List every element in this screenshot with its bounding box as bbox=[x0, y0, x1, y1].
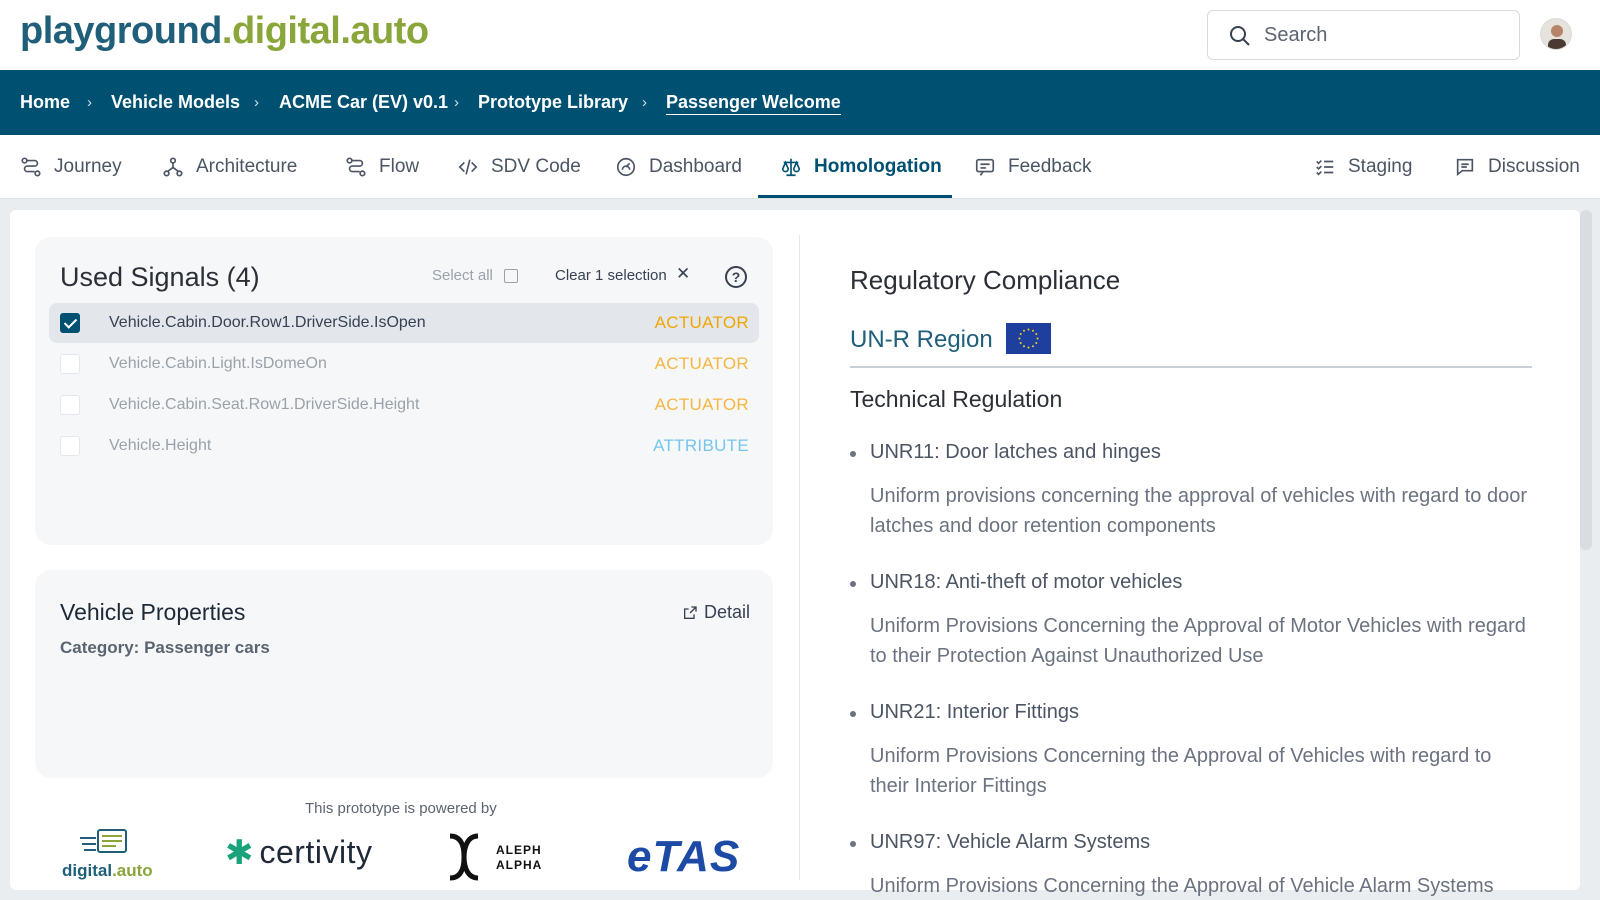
active-tab-indicator bbox=[758, 195, 952, 198]
help-icon[interactable]: ? bbox=[725, 266, 747, 288]
clear-selection-button[interactable]: Clear 1 selection bbox=[555, 267, 667, 284]
tab-homologation[interactable]: Homologation bbox=[780, 135, 942, 199]
regulation-description: Uniform provisions concerning the approv… bbox=[870, 485, 1528, 537]
select-all-label[interactable]: Select all bbox=[432, 267, 493, 284]
eu-flag-icon bbox=[1006, 323, 1051, 354]
detail-link[interactable]: Detail bbox=[682, 602, 750, 623]
signal-row[interactable]: Vehicle.Cabin.Light.IsDomeOn ACTUATOR bbox=[49, 344, 759, 384]
tab-staging[interactable]: Staging bbox=[1314, 135, 1412, 199]
chevron-right-icon: › bbox=[454, 94, 459, 111]
regulation-description: Uniform Provisions Concerning the Approv… bbox=[870, 615, 1526, 667]
bullet-icon bbox=[850, 711, 856, 717]
avatar-icon bbox=[1548, 25, 1566, 49]
tab-discussion[interactable]: Discussion bbox=[1454, 135, 1580, 199]
scrollbar[interactable] bbox=[1580, 210, 1592, 550]
vehicle-properties-title: Vehicle Properties bbox=[60, 599, 246, 625]
tab-feedback[interactable]: Feedback bbox=[974, 135, 1091, 199]
tab-architecture[interactable]: Architecture bbox=[162, 135, 297, 199]
breadcrumb: Home › Vehicle Models › ACME Car (EV) v0… bbox=[0, 70, 1600, 135]
regulation-name: UNR11: Door latches and hinges bbox=[870, 441, 1161, 463]
signal-name: Vehicle.Cabin.Door.Row1.DriverSide.IsOpe… bbox=[109, 314, 426, 331]
staging-icon bbox=[1316, 159, 1334, 176]
close-icon[interactable]: ✕ bbox=[676, 264, 690, 284]
select-all-checkbox[interactable] bbox=[504, 269, 518, 283]
tab-dashboard[interactable]: Dashboard bbox=[615, 135, 742, 199]
signal-checkbox[interactable] bbox=[60, 395, 80, 415]
signal-name: Vehicle.Cabin.Seat.Row1.DriverSide.Heigh… bbox=[109, 396, 420, 413]
external-link-icon bbox=[684, 605, 697, 619]
tab-flow[interactable]: Flow bbox=[345, 135, 419, 199]
bullet-icon bbox=[850, 581, 856, 587]
prototype-tabs: Journey Architecture Flow SDV Code Dashb… bbox=[0, 135, 1600, 199]
regulation-description: Uniform Provisions Concerning the Approv… bbox=[870, 745, 1492, 797]
signal-checkbox[interactable] bbox=[60, 354, 80, 374]
chevron-right-icon: › bbox=[254, 94, 259, 111]
signal-checkbox[interactable] bbox=[60, 436, 80, 456]
aleph-wordmark: ALEPH bbox=[496, 843, 542, 857]
dashboard-icon bbox=[616, 157, 636, 177]
architecture-icon bbox=[163, 157, 183, 177]
regulation-name: UNR97: Vehicle Alarm Systems bbox=[870, 831, 1151, 853]
certivity-logo: ✱ certivity bbox=[225, 833, 373, 872]
tab-sdv-code[interactable]: SDV Code bbox=[457, 135, 581, 199]
chevron-right-icon: › bbox=[87, 94, 92, 111]
bullet-icon bbox=[850, 841, 856, 847]
feedback-icon bbox=[975, 158, 995, 176]
signal-row[interactable]: Vehicle.Height ATTRIBUTE bbox=[49, 426, 759, 466]
breadcrumb-home[interactable]: Home bbox=[20, 92, 70, 113]
breadcrumb-model[interactable]: ACME Car (EV) v0.1 bbox=[279, 92, 448, 113]
search-icon bbox=[1230, 26, 1250, 46]
top-header: playground.digital.auto Search bbox=[0, 0, 1600, 70]
regulation-name: UNR21: Interior Fittings bbox=[870, 701, 1079, 723]
discussion-icon bbox=[1456, 158, 1474, 177]
search-placeholder: Search bbox=[1264, 24, 1328, 46]
app-logo[interactable]: playground.digital.auto bbox=[20, 10, 429, 53]
signal-name: Vehicle.Cabin.Light.IsDomeOn bbox=[109, 355, 327, 372]
region-label: UN-R Region bbox=[850, 326, 993, 353]
regulatory-compliance-title: Regulatory Compliance bbox=[850, 265, 1121, 295]
user-avatar[interactable] bbox=[1540, 18, 1572, 50]
technical-regulation-title: Technical Regulation bbox=[850, 386, 1063, 412]
signal-type-badge: ACTUATOR bbox=[654, 395, 749, 414]
regulation-name: UNR18: Anti-theft of motor vehicles bbox=[870, 571, 1183, 593]
bullet-icon bbox=[850, 451, 856, 457]
signal-checkbox[interactable] bbox=[60, 313, 80, 333]
signal-type-badge: ATTRIBUTE bbox=[653, 436, 749, 455]
used-signals-title: Used Signals (4) bbox=[60, 262, 260, 292]
signal-type-badge: ACTUATOR bbox=[654, 313, 749, 332]
flow-icon bbox=[346, 157, 366, 177]
breadcrumb-current[interactable]: Passenger Welcome bbox=[666, 92, 841, 115]
signal-type-badge: ACTUATOR bbox=[654, 354, 749, 373]
breadcrumb-vehicle-models[interactable]: Vehicle Models bbox=[111, 92, 240, 113]
alpha-wordmark: ALPHA bbox=[496, 858, 543, 872]
digital-auto-wordmark: digital.auto bbox=[62, 861, 153, 880]
region-divider bbox=[850, 366, 1532, 368]
column-divider bbox=[799, 235, 800, 880]
asterisk-icon: ✱ bbox=[225, 833, 254, 872]
signal-row[interactable]: Vehicle.Cabin.Seat.Row1.DriverSide.Heigh… bbox=[49, 385, 759, 425]
search-input[interactable]: Search bbox=[1207, 10, 1520, 60]
breadcrumb-prototype-library[interactable]: Prototype Library bbox=[478, 92, 628, 113]
scale-icon bbox=[781, 158, 801, 177]
tab-journey[interactable]: Journey bbox=[20, 135, 122, 199]
signal-name: Vehicle.Height bbox=[109, 437, 212, 454]
regulation-description: Uniform Provisions Concerning the Approv… bbox=[870, 875, 1494, 897]
aleph-alpha-logo bbox=[449, 833, 479, 881]
chevron-right-icon: › bbox=[642, 94, 647, 111]
journey-icon bbox=[21, 157, 41, 177]
powered-by-label: This prototype is powered by bbox=[305, 800, 497, 817]
vehicle-category: Category: Passenger cars bbox=[60, 638, 270, 657]
code-icon bbox=[458, 159, 478, 175]
signal-row[interactable]: Vehicle.Cabin.Door.Row1.DriverSide.IsOpe… bbox=[49, 303, 759, 343]
etas-logo: eTAS bbox=[627, 832, 741, 881]
